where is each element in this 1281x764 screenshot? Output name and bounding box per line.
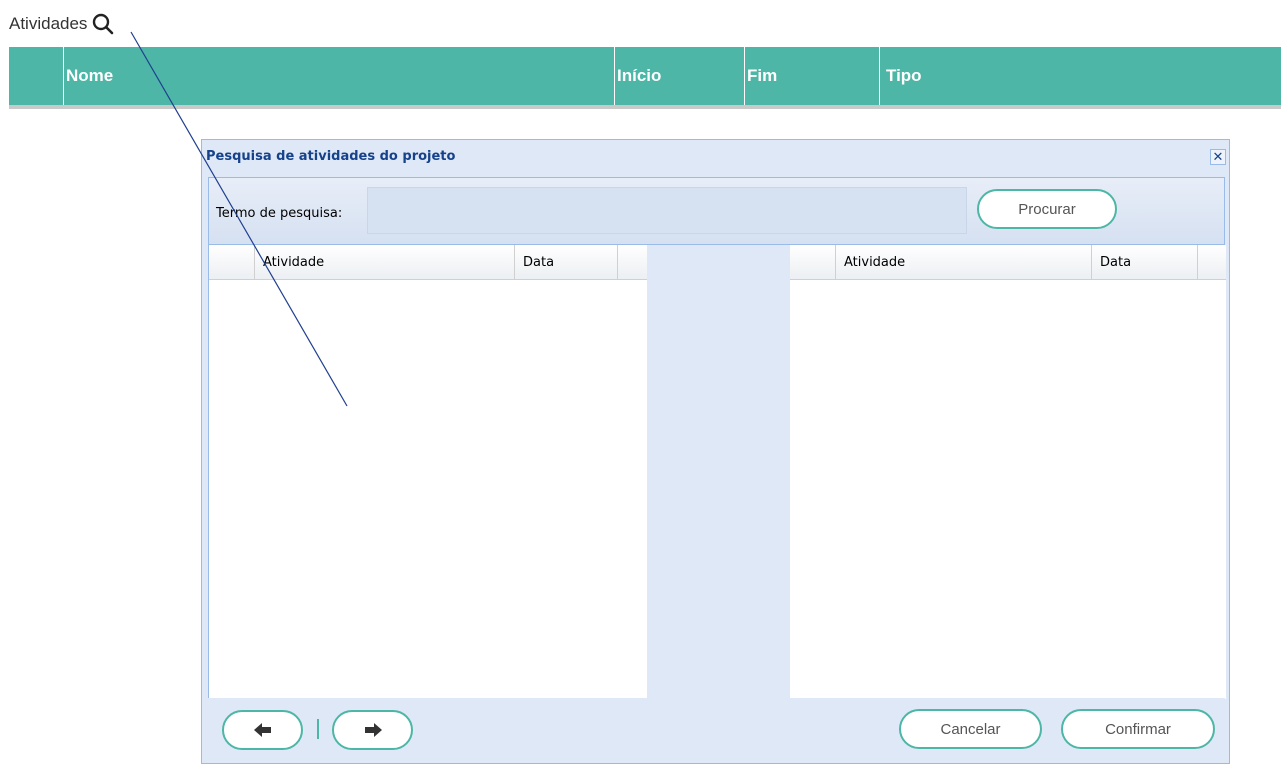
grid-header-label: Data bbox=[1100, 254, 1132, 270]
grid-header-checker[interactable] bbox=[209, 245, 255, 279]
grid-header: Atividade Data bbox=[790, 245, 1226, 280]
dialog-title: Pesquisa de atividades do projeto bbox=[206, 149, 456, 164]
page-title-label: Atividades bbox=[9, 14, 88, 33]
cancel-button-label: Cancelar bbox=[940, 720, 1001, 738]
cancel-button[interactable]: Cancelar bbox=[899, 709, 1042, 749]
column-header-label: Tipo bbox=[886, 66, 922, 85]
grid-header-atividade[interactable]: Atividade bbox=[255, 245, 515, 279]
grid-header-checker[interactable] bbox=[790, 245, 836, 279]
search-activities-dialog: Pesquisa de atividades do projeto ✕ Term… bbox=[201, 139, 1230, 764]
transfer-strip bbox=[647, 245, 790, 699]
confirm-button[interactable]: Confirmar bbox=[1061, 709, 1215, 749]
dialog-footer: Cancelar Confirmar bbox=[208, 698, 1225, 759]
grid-header: Atividade Data bbox=[209, 245, 647, 280]
footer-separator bbox=[317, 719, 319, 739]
search-term-input[interactable] bbox=[367, 187, 967, 234]
column-header-fim[interactable]: Fim bbox=[744, 47, 879, 105]
activities-table-header: Nome Início Fim Tipo bbox=[9, 47, 1281, 109]
search-button[interactable]: Procurar bbox=[977, 189, 1117, 229]
grid-header-label: Data bbox=[523, 254, 555, 270]
arrow-left-icon[interactable] bbox=[222, 710, 303, 750]
column-header-inicio[interactable]: Início bbox=[614, 47, 744, 105]
column-header-label: Nome bbox=[66, 66, 114, 85]
search-term-label: Termo de pesquisa: bbox=[216, 206, 343, 221]
grid-header-filler bbox=[1198, 245, 1226, 279]
column-header-label: Início bbox=[617, 66, 662, 85]
grid-header-label: Atividade bbox=[844, 254, 906, 270]
confirm-button-label: Confirmar bbox=[1105, 720, 1171, 738]
grid-header-label: Atividade bbox=[263, 254, 325, 270]
dialog-body: Termo de pesquisa: Procurar Atividade Da… bbox=[208, 177, 1226, 699]
column-header-label: Fim bbox=[747, 66, 778, 85]
search-bar: Termo de pesquisa: Procurar bbox=[209, 178, 1224, 245]
close-icon[interactable]: ✕ bbox=[1210, 149, 1226, 165]
selected-activities-grid: Atividade Data bbox=[790, 245, 1226, 699]
grid-header-atividade[interactable]: Atividade bbox=[836, 245, 1092, 279]
available-activities-grid: Atividade Data bbox=[209, 245, 647, 699]
grid-header-data[interactable]: Data bbox=[1092, 245, 1198, 279]
arrow-right-icon[interactable] bbox=[332, 710, 413, 750]
grid-header-filler bbox=[618, 245, 647, 279]
grid-header-data[interactable]: Data bbox=[515, 245, 618, 279]
dialog-titlebar[interactable]: Pesquisa de atividades do projeto ✕ bbox=[202, 140, 1229, 176]
search-button-label: Procurar bbox=[1018, 200, 1076, 218]
column-header-tipo[interactable]: Tipo bbox=[879, 47, 1281, 105]
column-header-nome[interactable]: Nome bbox=[63, 47, 614, 105]
page-title: Atividades bbox=[9, 12, 115, 36]
search-icon[interactable] bbox=[91, 12, 115, 36]
